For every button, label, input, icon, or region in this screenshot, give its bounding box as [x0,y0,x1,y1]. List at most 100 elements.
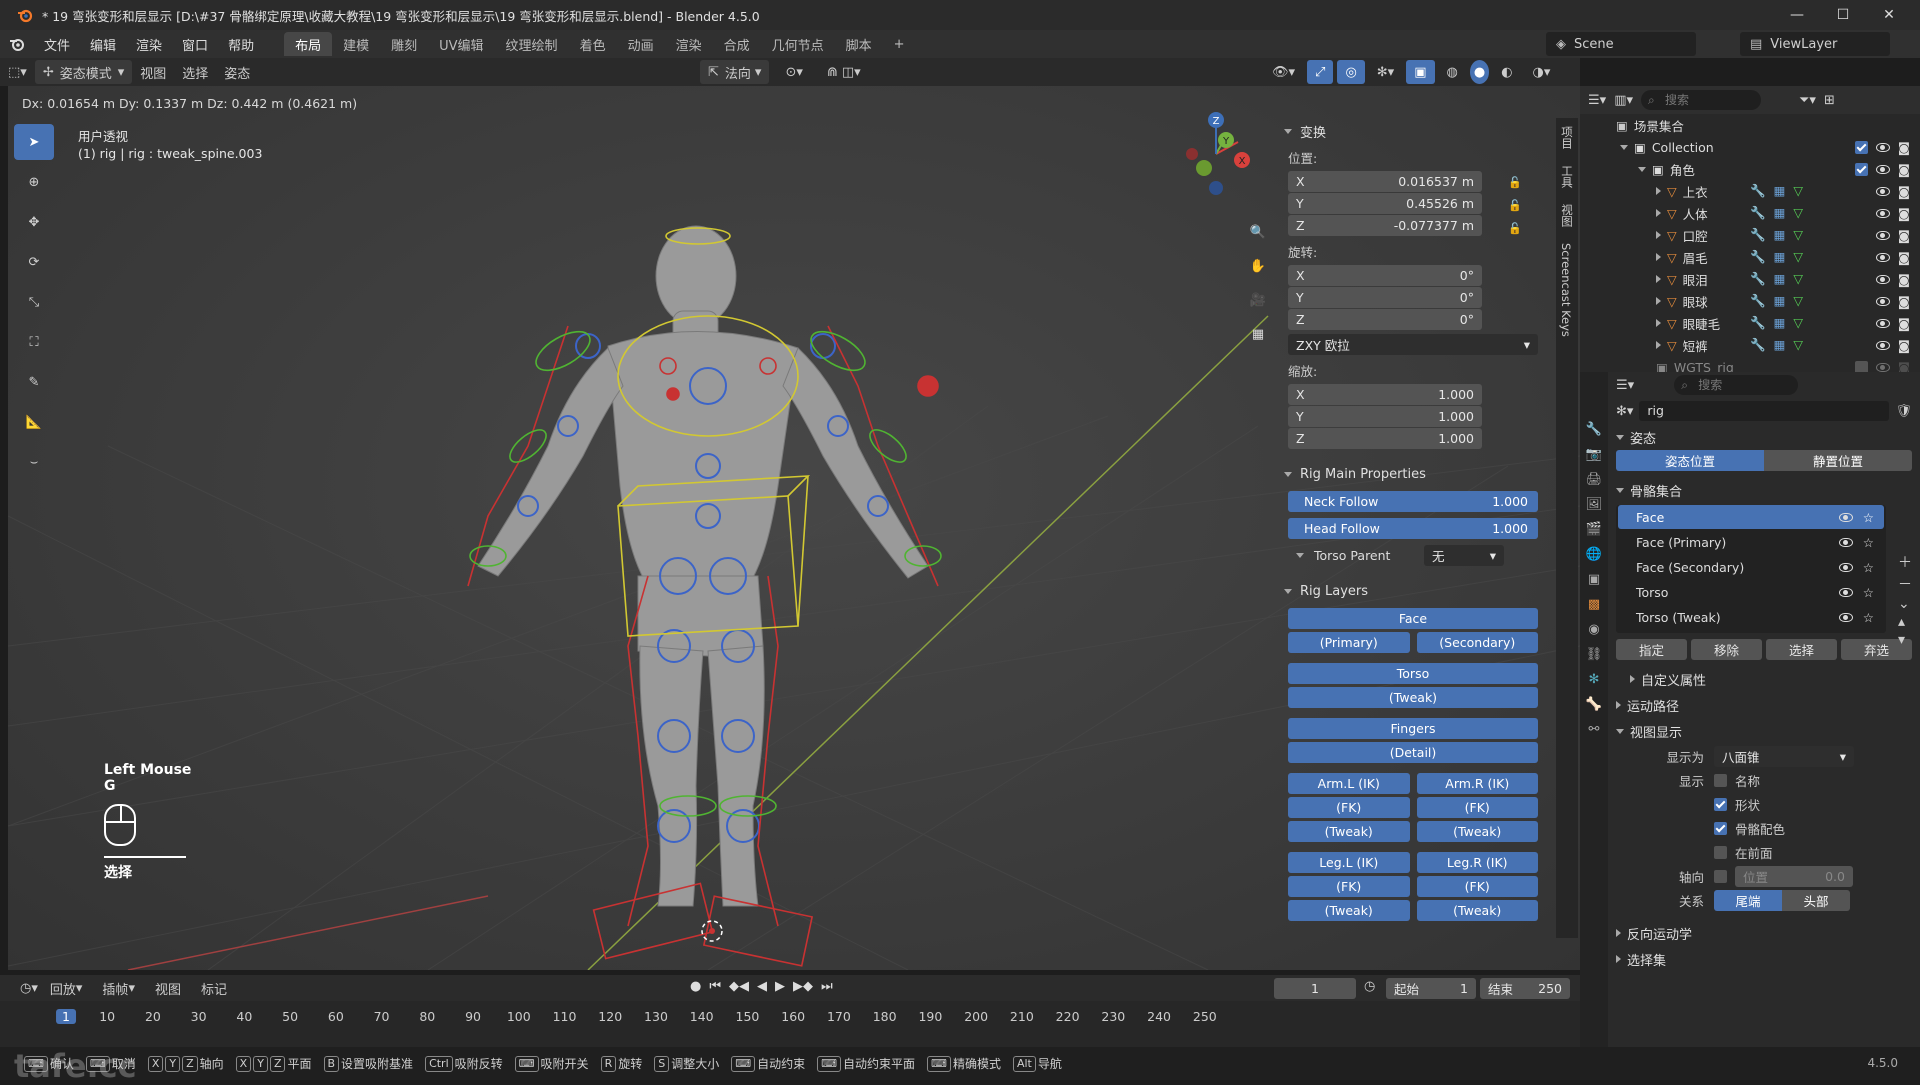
modifier-icon[interactable]: 🔧 [1750,205,1766,221]
mesh-data-icon[interactable]: ▽ [1793,183,1803,199]
select-box-tool[interactable]: ➤ [14,124,54,160]
outliner-object-row[interactable]: ▽ 眼泪 🔧 ▦ ▽ ◙ [1580,268,1920,290]
minimize-button[interactable]: — [1774,0,1820,30]
solo-star-icon[interactable]: ☆ [1863,610,1874,625]
modifier-icon[interactable]: 🔧 [1750,227,1766,243]
menu-select[interactable]: 选择 [174,60,216,84]
shading-wireframe-icon[interactable]: ◍ [1439,60,1466,84]
names-checkbox[interactable] [1714,773,1727,787]
eye-icon[interactable] [1838,612,1853,622]
lock-icon[interactable]: 🔓 [1508,222,1522,244]
mesh-data-icon[interactable]: ▽ [1793,293,1803,309]
vertex-group-icon[interactable]: ▦ [1774,271,1786,287]
head-follow-slider[interactable]: Head Follow 1.000 [1288,518,1538,539]
scale-z-field[interactable]: Z 1.000 [1288,428,1482,449]
rig-layers-panel-header[interactable]: Rig Layers [1284,578,1554,604]
annotate-tool[interactable]: ✎ [14,364,54,400]
visibility-icon[interactable]: 👁▾ [1264,60,1303,84]
layer-arm-r-ik-button[interactable]: Arm.R (IK) [1416,773,1538,794]
relation-tail-button[interactable]: 尾端 [1714,889,1782,911]
pivot-icon[interactable]: ⊙▾ [777,60,810,84]
modifier-icon[interactable]: 🔧 [1750,337,1766,353]
bone-collection-row[interactable]: Face (Secondary) ☆ [1618,555,1884,579]
tab-sculpting[interactable]: 雕刻 [380,32,428,56]
blender-menu-icon[interactable] [0,30,34,58]
filter-icon[interactable]: ⏷▾ [1799,93,1816,108]
camera-view-icon[interactable]: 🎥 [1244,286,1272,314]
shading-material-icon[interactable]: ◐ [1493,60,1520,84]
layer-fingers-button[interactable]: Fingers [1288,718,1538,739]
bone-size-tool[interactable]: ⌣ [14,444,54,480]
modifier-icon[interactable]: 🔧 [1750,315,1766,331]
bone-collections-header[interactable]: 骨骼集合 [1608,477,1920,503]
outliner-object-row[interactable]: ▽ 眼睫毛 🔧 ▦ ▽ ◙ [1580,312,1920,334]
ik-header[interactable]: 反向运动学 [1608,920,1920,946]
cursor-tool[interactable]: ⊕ [14,164,54,200]
tab-texture-paint[interactable]: 纹理绘制 [495,32,569,56]
lock-icon[interactable]: 🔓 [1508,176,1522,198]
object-data-armature-icon[interactable]: ✻ [1589,672,1600,687]
rotation-mode-select[interactable]: ZXY 欧拉 ▾ [1288,334,1538,355]
location-z-field[interactable]: Z -0.077377 m [1288,215,1482,236]
location-x-field[interactable]: X 0.016537 m [1288,171,1482,192]
render-props-icon[interactable]: 📷 [1586,447,1602,462]
current-frame-field[interactable]: 1 [1274,978,1356,999]
remove-icon[interactable]: － [1898,574,1912,594]
prev-key-icon[interactable]: ◆◀ [729,979,749,994]
layer-leg-l-ik-button[interactable]: Leg.L (IK) [1288,852,1410,873]
menu-view[interactable]: 视图 [132,60,174,84]
jump-start-icon[interactable]: ⏮ [709,979,721,994]
scale-tool[interactable]: ⤡ [14,284,54,320]
layer-arm-r-tweak-button[interactable]: (Tweak) [1416,821,1538,842]
solo-star-icon[interactable]: ☆ [1863,510,1874,525]
tab-scripting[interactable]: 脚本 [835,32,883,56]
rotate-tool[interactable]: ⟳ [14,244,54,280]
next-key-icon[interactable]: ▶◆ [793,979,813,994]
rotation-x-field[interactable]: X 0° [1288,265,1482,286]
scale-x-field[interactable]: X 1.000 [1288,384,1482,405]
world-props-icon[interactable]: 🌐 [1586,547,1602,562]
object-props-icon[interactable]: ▩ [1588,597,1600,612]
layer-leg-l-fk-button[interactable]: (FK) [1288,876,1410,897]
play-icon[interactable]: ▶ [775,979,785,994]
editor-type-icon[interactable]: ⬚▾ [0,60,35,84]
mesh-data-icon[interactable]: ▽ [1793,315,1803,331]
bone-collection-row[interactable]: Torso ☆ [1618,580,1884,604]
mesh-data-icon[interactable]: ▽ [1793,227,1803,243]
mesh-data-icon[interactable]: ▽ [1793,249,1803,265]
collection-props-icon[interactable]: ▣ [1588,572,1600,587]
layer-leg-r-ik-button[interactable]: Leg.R (IK) [1416,852,1538,873]
fake-user-icon[interactable]: 🛡 [1895,404,1912,419]
shapes-checkbox[interactable] [1714,797,1727,811]
outliner-object-row[interactable]: ▽ 眼球 🔧 ▦ ▽ ◙ [1580,290,1920,312]
outliner-character-collection[interactable]: ▣ 角色 ◙ [1580,158,1920,180]
display-mode-icon[interactable]: ▥▾ [1614,93,1633,108]
marker-menu[interactable]: 标记 [193,976,235,1000]
bone-collection-row[interactable]: Face (Primary) ☆ [1618,530,1884,554]
close-button[interactable]: ✕ [1866,0,1912,30]
physics-props-icon[interactable]: ◉ [1588,622,1599,637]
tool-props-icon[interactable]: 🔧 [1586,422,1602,437]
menu-edit[interactable]: 编辑 [80,30,126,58]
modifier-icon[interactable]: 🔧 [1750,293,1766,309]
eye-icon[interactable] [1875,142,1890,152]
jump-end-icon[interactable]: ⏭ [821,979,833,994]
gizmo-icon[interactable]: ⤢ [1307,60,1334,84]
xray-icon[interactable]: ▣ [1406,60,1435,84]
shading-rendered-icon[interactable]: ◑▾ [1525,60,1559,84]
rotation-z-field[interactable]: Z 0° [1288,309,1482,330]
eye-icon[interactable] [1875,340,1890,350]
axes-checkbox[interactable] [1714,869,1727,883]
armature-data-icon[interactable]: ✻▾ [1616,404,1633,419]
eye-icon[interactable] [1838,512,1853,522]
move-up-icon[interactable]: ▴ [1898,614,1912,630]
eye-icon[interactable] [1838,587,1853,597]
custom-properties-header[interactable]: 自定义属性 [1608,666,1920,692]
eye-icon[interactable] [1875,318,1890,328]
zoom-icon[interactable]: 🔍 [1244,218,1272,246]
pose-position-button[interactable]: 姿态位置 [1616,450,1764,471]
tab-rendering[interactable]: 渲染 [665,32,713,56]
camera-icon[interactable]: ◙ [1898,338,1910,353]
mode-selector[interactable]: ✢ 姿态模式 ▾ [34,60,133,84]
bone-props-icon[interactable]: 🦴 [1586,697,1602,712]
